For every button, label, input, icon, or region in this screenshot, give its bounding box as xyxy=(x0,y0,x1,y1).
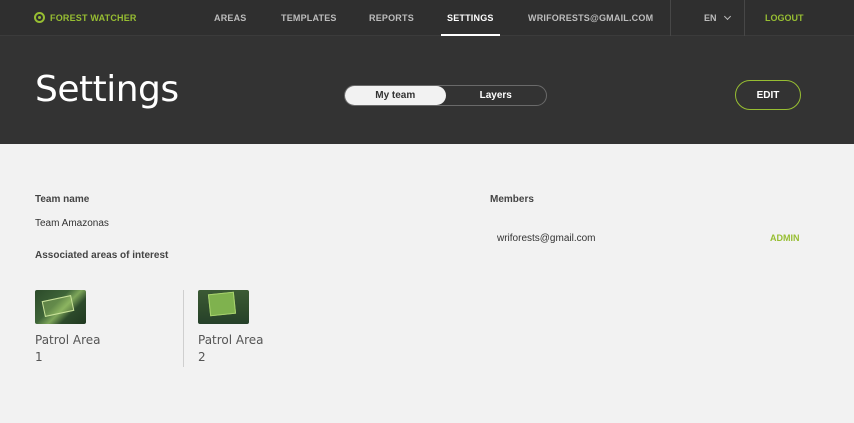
tab-layers[interactable]: Layers xyxy=(446,86,547,105)
brand[interactable]: FOREST WATCHER xyxy=(34,12,137,23)
nav-divider xyxy=(744,0,745,36)
members-label: Members xyxy=(490,194,534,205)
area-name: Patrol Area xyxy=(198,333,264,347)
area-card-divider xyxy=(183,290,184,367)
tab-my-team[interactable]: My team xyxy=(345,86,446,105)
area-thumbnail-image xyxy=(35,290,86,324)
settings-tab-toggle: My team Layers xyxy=(344,85,547,106)
area-card[interactable]: Patrol Area 2 xyxy=(198,290,264,364)
area-number: 2 xyxy=(198,350,206,364)
area-number: 1 xyxy=(35,350,43,364)
brand-name: FOREST WATCHER xyxy=(50,12,137,23)
member-role-badge: ADMIN xyxy=(770,233,800,243)
language-selector[interactable]: EN xyxy=(704,0,731,36)
areas-of-interest-label: Associated areas of interest xyxy=(35,250,169,261)
top-navigation-bar: FOREST WATCHER AREAS TEMPLATES REPORTS S… xyxy=(0,0,854,36)
team-name-value: Team Amazonas xyxy=(35,218,109,229)
area-thumbnail-image xyxy=(198,290,249,324)
team-name-label: Team name xyxy=(35,194,90,205)
area-card[interactable]: Patrol Area 1 xyxy=(35,290,101,364)
forest-watcher-logo-icon xyxy=(34,12,45,23)
member-email: wriforests@gmail.com xyxy=(497,233,596,244)
logout-link[interactable]: LOGOUT xyxy=(765,0,804,36)
chevron-down-icon xyxy=(723,12,731,20)
language-label: EN xyxy=(704,13,717,23)
nav-link-reports[interactable]: REPORTS xyxy=(369,0,414,36)
settings-header: Settings My team Layers EDIT xyxy=(0,36,854,144)
nav-link-user-account[interactable]: WRIFORESTS@GMAIL.COM xyxy=(528,0,653,36)
nav-link-settings[interactable]: SETTINGS xyxy=(441,0,500,36)
page-title: Settings xyxy=(35,69,179,110)
edit-button[interactable]: EDIT xyxy=(735,80,801,110)
nav-divider xyxy=(670,0,671,36)
nav-link-areas[interactable]: AREAS xyxy=(214,0,247,36)
area-name: Patrol Area xyxy=(35,333,101,347)
nav-link-templates[interactable]: TEMPLATES xyxy=(281,0,337,36)
